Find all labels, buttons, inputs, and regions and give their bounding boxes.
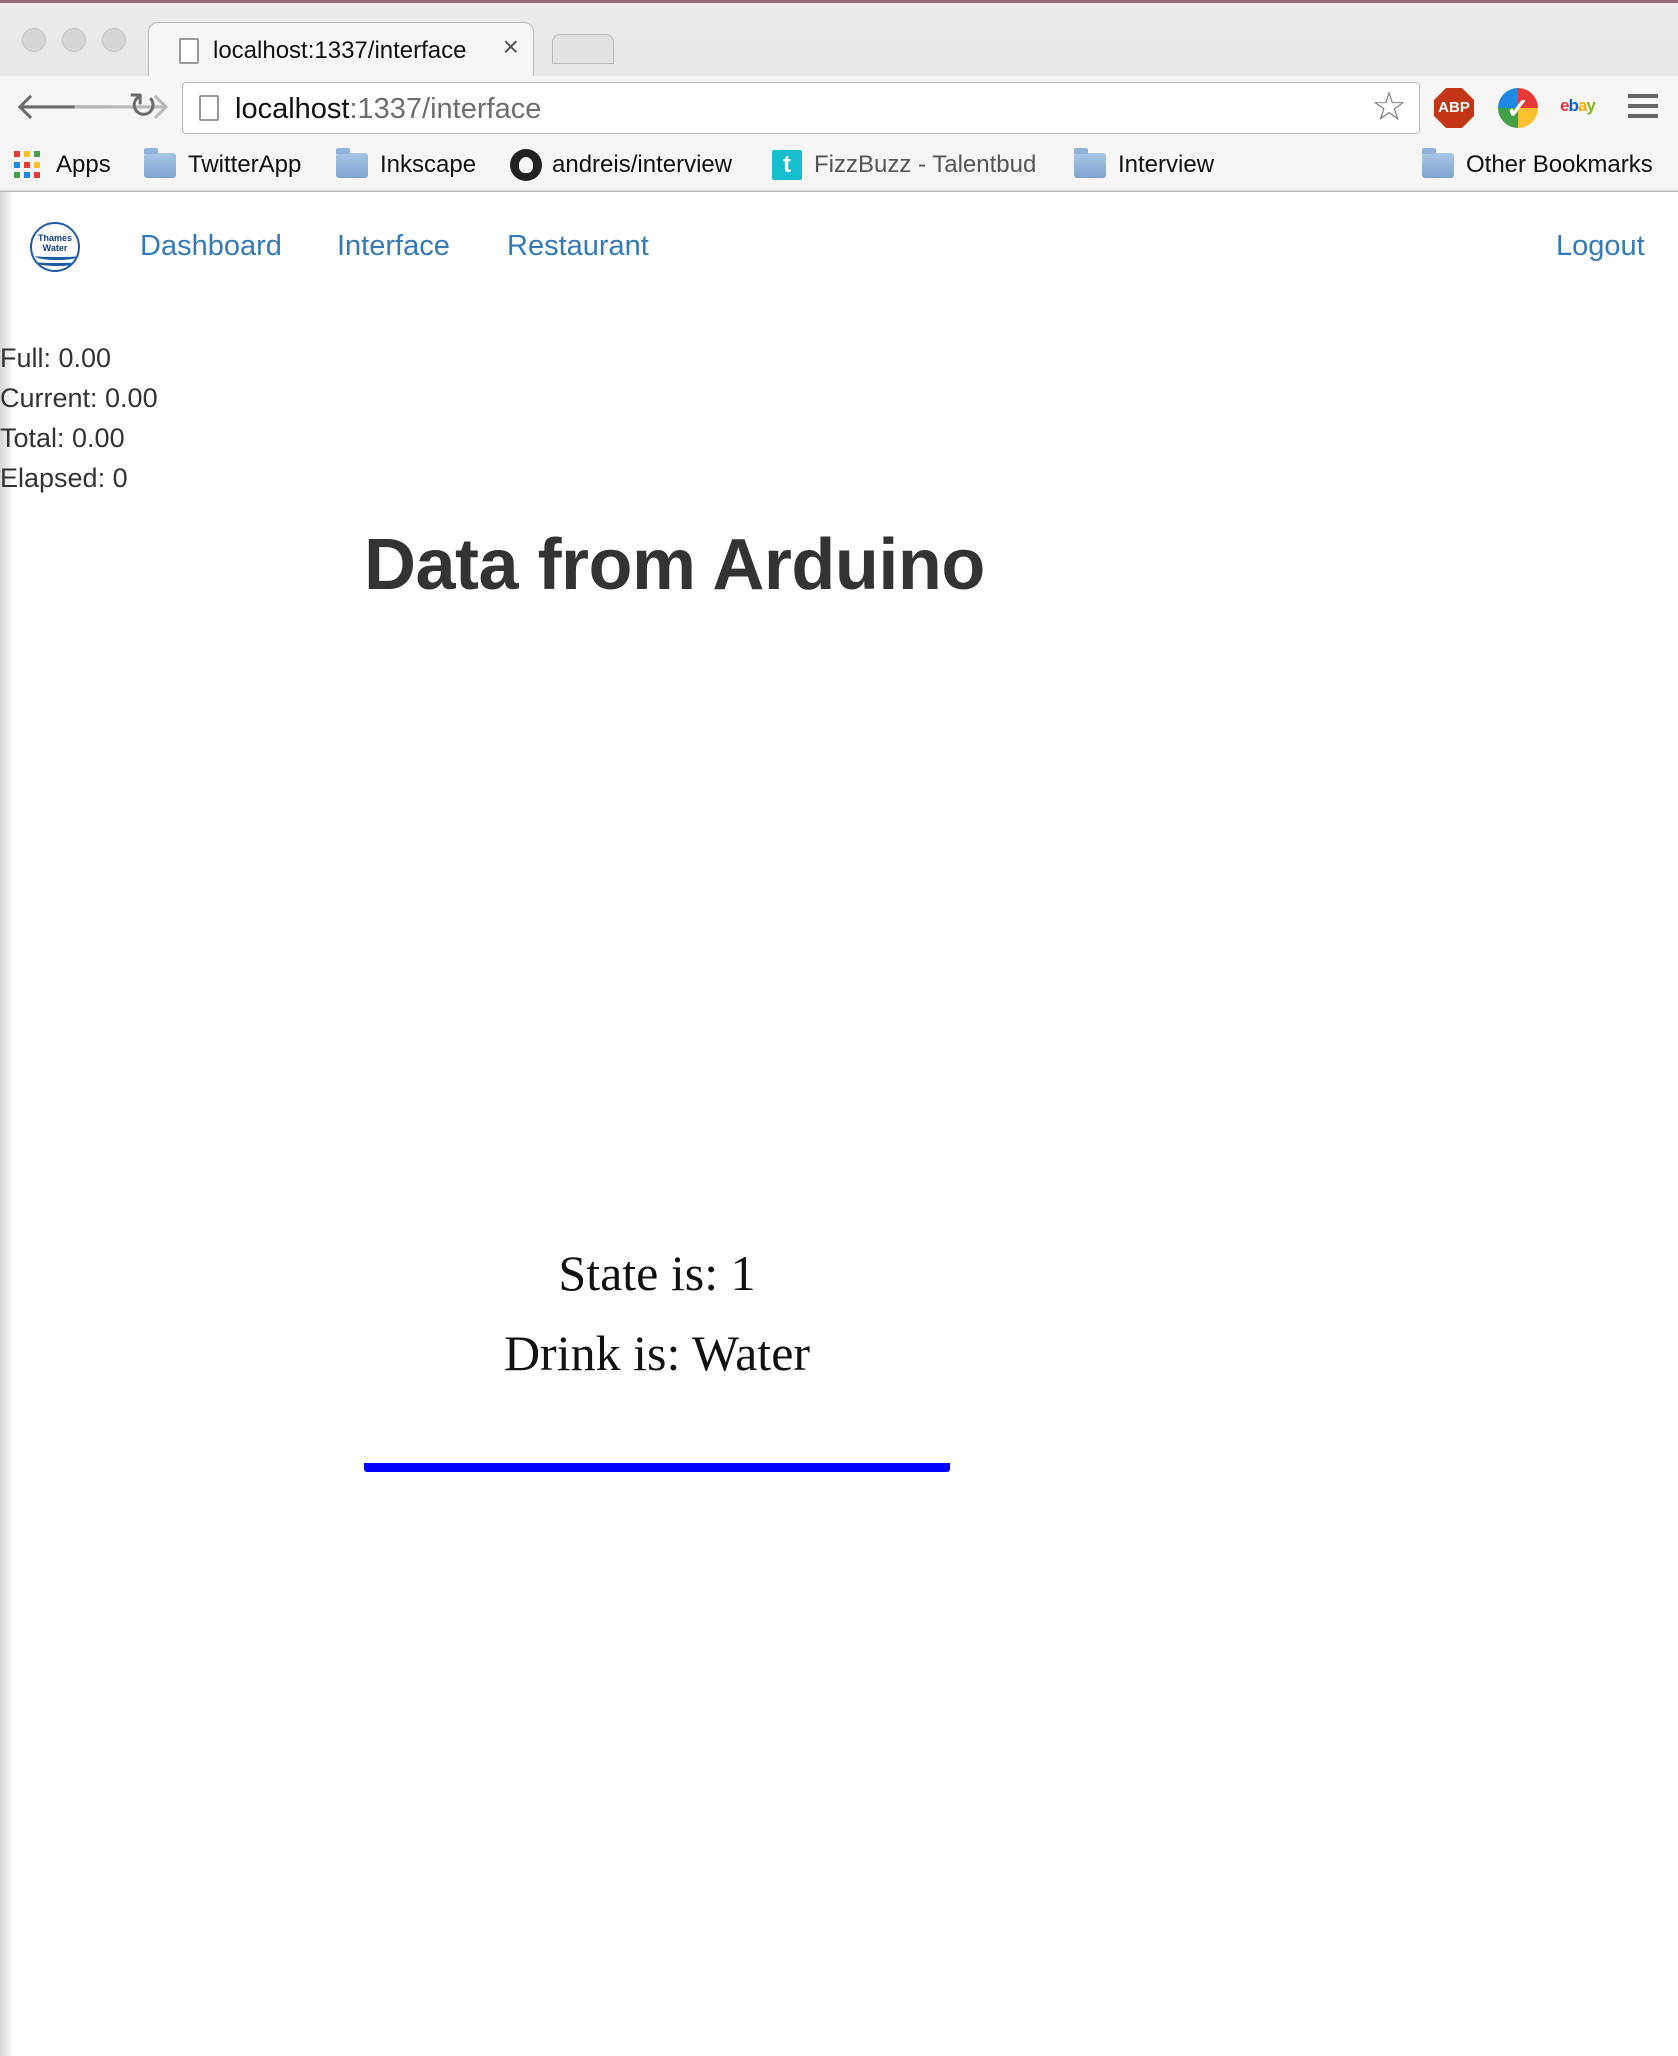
new-tab-button[interactable] — [552, 34, 614, 64]
site-navbar: Thames Water Dashboard Interface Restaura… — [0, 192, 1678, 296]
bookmark-label: andreis/interview — [552, 151, 733, 178]
close-window-button[interactable] — [22, 28, 46, 52]
bookmark-apps[interactable]: Apps — [14, 148, 111, 182]
tab-close-icon[interactable]: × — [503, 31, 519, 62]
logout-link[interactable]: Logout — [1556, 230, 1645, 263]
folder-icon — [144, 147, 176, 178]
checkmark-extension-icon[interactable]: ✓ — [1498, 88, 1538, 128]
page-title: Data from Arduino — [364, 525, 985, 605]
ebay-icon[interactable]: ebay — [1560, 96, 1604, 120]
browser-window-chrome: localhost:1337/interface × 🡐 🡒 ↻ localho… — [0, 0, 1678, 192]
logo-text-line-1: Thames — [37, 233, 72, 243]
url-path: :1337/interface — [349, 93, 542, 125]
talentbuddy-icon: t — [772, 150, 802, 180]
bookmark-andreis-interview[interactable]: andreis/interview — [510, 148, 732, 182]
apps-grid-icon — [14, 151, 42, 179]
bookmark-twitterapp[interactable]: TwitterApp — [144, 147, 302, 182]
minimize-window-button[interactable] — [62, 28, 86, 52]
bookmark-label: Interview — [1118, 151, 1215, 178]
address-bar[interactable]: localhost:1337/interface ☆ — [182, 82, 1420, 134]
bookmark-inkscape[interactable]: Inkscape — [336, 147, 477, 182]
window-top-edge — [0, 0, 1678, 3]
page-info-icon — [199, 95, 219, 121]
state-text: State is: 1 — [558, 1245, 756, 1301]
stat-total: Total: 0.00 — [0, 423, 125, 453]
browser-menu-icon[interactable] — [1628, 94, 1658, 124]
bookmark-interview[interactable]: Interview — [1074, 147, 1215, 182]
bookmark-star-icon[interactable]: ☆ — [1371, 87, 1407, 127]
adblock-plus-icon[interactable]: ABP — [1434, 88, 1474, 128]
page-content: Thames Water Dashboard Interface Restaura… — [0, 192, 1678, 2056]
page-document-icon — [179, 38, 199, 64]
url-host: localhost — [235, 93, 350, 125]
folder-icon — [1422, 147, 1454, 178]
logo-wave — [35, 258, 78, 266]
browser-tab-active[interactable]: localhost:1337/interface × — [148, 22, 534, 76]
zoom-window-button[interactable] — [102, 28, 126, 52]
folder-icon — [1074, 147, 1106, 178]
nav-link-restaurant[interactable]: Restaurant — [507, 230, 649, 263]
browser-toolbar: 🡐 🡒 ↻ localhost:1337/interface ☆ ABP ✓ e… — [0, 76, 1678, 140]
bookmark-label: Other Bookmarks — [1466, 151, 1653, 178]
nav-link-dashboard[interactable]: Dashboard — [140, 230, 282, 263]
thames-water-logo[interactable]: Thames Water — [30, 222, 80, 272]
reload-icon[interactable]: ↻ — [128, 88, 158, 124]
bookmarks-bar: Apps TwitterApp Inkscape andreis/intervi… — [0, 140, 1678, 190]
stats-panel: Full: 0.00 Current: 0.00 Total: 0.00 Ela… — [0, 338, 158, 498]
tab-title: localhost:1337/interface — [213, 37, 467, 64]
nav-link-interface[interactable]: Interface — [337, 230, 450, 263]
stat-full: Full: 0.00 — [0, 343, 112, 373]
address-bar-url[interactable]: localhost:1337/interface — [235, 93, 541, 126]
bookmark-label: TwitterApp — [188, 151, 302, 178]
folder-icon — [336, 147, 368, 178]
github-icon — [510, 149, 542, 181]
bookmark-fizzbuzz[interactable]: t FizzBuzz - Talentbud — [772, 148, 1036, 182]
stat-elapsed: Elapsed: 0 — [0, 463, 128, 493]
logo-text: Thames Water — [32, 233, 78, 253]
drink-level-bar — [364, 1463, 950, 1472]
bookmark-label: FizzBuzz - Talentbud — [814, 151, 1037, 178]
bookmark-other-bookmarks[interactable]: Other Bookmarks — [1422, 147, 1653, 182]
bookmark-label: Inkscape — [380, 151, 477, 178]
drink-text: Drink is: Water — [503, 1325, 811, 1381]
bookmark-label: Apps — [56, 151, 111, 178]
stat-current: Current: 0.00 — [0, 383, 158, 413]
